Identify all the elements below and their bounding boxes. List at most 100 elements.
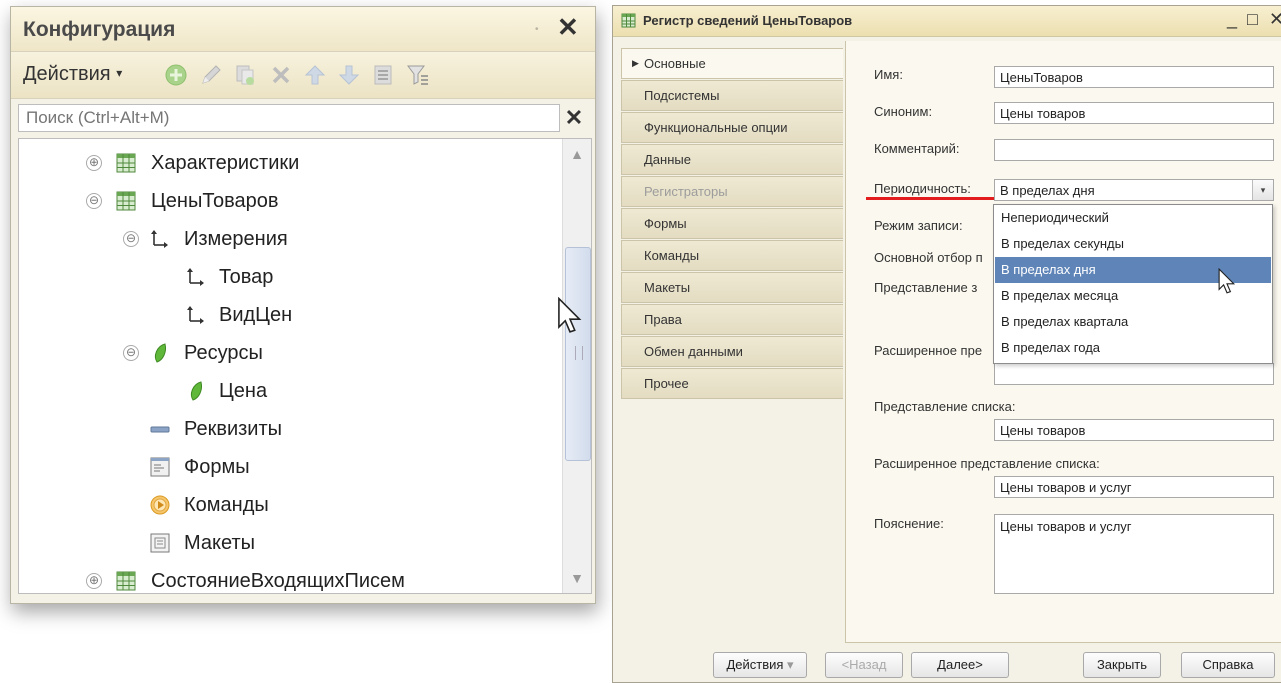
periodicity-option[interactable]: В пределах квартала: [995, 309, 1271, 335]
expand-toggle[interactable]: ⊕: [86, 155, 102, 171]
list-representation-field-box: [994, 419, 1274, 441]
tree-item-price[interactable]: Цена: [19, 373, 549, 409]
configuration-title: Конфигурация: [23, 18, 176, 41]
minimize-button[interactable]: _: [1227, 9, 1237, 30]
dimension-icon: [151, 230, 168, 248]
tab-subsystems[interactable]: Подсистемы: [621, 80, 843, 111]
extended-list-representation-field[interactable]: [1000, 477, 1273, 497]
collapse-toggle[interactable]: ⊖: [123, 231, 139, 247]
collapse-toggle[interactable]: ⊖: [123, 345, 139, 361]
name-field[interactable]: [1000, 67, 1273, 87]
tab-forms[interactable]: Формы: [621, 208, 843, 239]
explanation-field[interactable]: Цены товаров и услуг: [994, 514, 1274, 594]
window-title: Регистр сведений ЦеныТоваров: [643, 13, 853, 28]
attribute-icon: [150, 426, 170, 433]
filter-icon[interactable]: [406, 63, 430, 87]
write-mode-label: Режим записи:: [874, 218, 963, 233]
tree-item-label: Команды: [184, 494, 269, 516]
search-input[interactable]: [24, 105, 548, 131]
tree-item-label: ВидЦен: [219, 304, 293, 326]
dimension-icon: [187, 268, 204, 286]
tree-item-label: Характеристики: [151, 152, 300, 174]
search-clear-button[interactable]: ✕: [560, 104, 588, 132]
scrollbar-thumb[interactable]: [565, 247, 591, 461]
tree-item-label: Формы: [184, 456, 250, 478]
help-button[interactable]: Справка: [1181, 652, 1275, 678]
move-up-icon[interactable]: [303, 63, 327, 87]
tree-item-incoming-letters-state[interactable]: ⊕ СостояниеВходящихПисем: [19, 563, 549, 599]
list-representation-label: Представление списка:: [874, 399, 1016, 414]
tab-data-exchange[interactable]: Обмен данными: [621, 336, 843, 367]
next-button[interactable]: Далее>: [911, 652, 1009, 678]
tab-main[interactable]: ▶ Основные: [621, 48, 843, 79]
move-down-icon[interactable]: [337, 63, 361, 87]
tree-item-commands[interactable]: Команды: [19, 487, 549, 523]
periodicity-option[interactable]: Непериодический: [995, 205, 1271, 231]
synonym-field-box: [994, 102, 1274, 124]
scroll-up-icon[interactable]: ▲: [563, 139, 591, 169]
tab-templates[interactable]: Макеты: [621, 272, 843, 303]
tree-item-forms[interactable]: Формы: [19, 449, 549, 485]
tree-item-price-type[interactable]: ВидЦен: [19, 297, 549, 333]
periodicity-highlight-underline: [866, 197, 994, 200]
tab-label: Формы: [644, 216, 687, 231]
delete-icon[interactable]: [269, 63, 293, 87]
tab-commands[interactable]: Команды: [621, 240, 843, 271]
synonym-field[interactable]: [1000, 103, 1273, 123]
tree-item-price-register[interactable]: ⊖ ЦеныТоваров: [19, 183, 549, 219]
actions-menu-label: Действия: [23, 63, 111, 85]
tab-recorders[interactable]: Регистраторы: [621, 176, 843, 207]
tab-other[interactable]: Прочее: [621, 368, 843, 399]
tree-scrollbar[interactable]: ▲ ▼: [562, 139, 591, 593]
pin-icon[interactable]: •: [535, 24, 539, 35]
tree-item-templates[interactable]: Макеты: [19, 525, 549, 561]
chevron-down-icon: ▾: [116, 66, 123, 80]
copy-icon[interactable]: [233, 63, 257, 87]
actions-menu-button[interactable]: Действия ▾: [23, 63, 122, 86]
back-button[interactable]: <Назад: [825, 652, 903, 678]
tree-item-label: Цена: [219, 380, 268, 402]
tree-item-label: Ресурсы: [184, 342, 263, 364]
tab-data[interactable]: Данные: [621, 144, 843, 175]
tab-functional-options[interactable]: Функциональные опции: [621, 112, 843, 143]
actions-button[interactable]: Действия ▾: [713, 652, 807, 678]
extended-object-representation-label: Расширенное пре: [874, 343, 983, 358]
tree-item-label: Товар: [219, 266, 274, 288]
tree-item-resources[interactable]: ⊖ Ресурсы: [19, 335, 549, 371]
tab-rights[interactable]: Права: [621, 304, 843, 335]
collapse-toggle[interactable]: ⊖: [86, 193, 102, 209]
periodicity-select[interactable]: В пределах дня ▾: [994, 179, 1274, 201]
comment-label: Комментарий:: [874, 141, 960, 156]
tab-label: Макеты: [644, 280, 691, 295]
periodicity-option[interactable]: В пределах года: [995, 335, 1271, 361]
list-representation-field[interactable]: [1000, 420, 1273, 440]
expand-toggle[interactable]: ⊕: [86, 573, 102, 589]
tree-item-attributes[interactable]: Реквизиты: [19, 411, 549, 447]
edit-icon[interactable]: [199, 63, 223, 87]
maximize-button[interactable]: □: [1247, 9, 1258, 30]
name-label: Имя:: [874, 67, 903, 82]
list-icon[interactable]: [371, 63, 395, 87]
close-window-button[interactable]: ✕: [1269, 9, 1281, 30]
chevron-down-icon[interactable]: ▾: [1252, 180, 1273, 200]
synonym-label: Синоним:: [874, 104, 933, 119]
command-icon: [150, 495, 170, 515]
tree-item-product[interactable]: Товар: [19, 259, 549, 295]
comment-field[interactable]: [1000, 140, 1273, 160]
tree-item-label: Макеты: [184, 532, 255, 554]
tree-item-characteristics[interactable]: ⊕ Характеристики: [19, 145, 549, 181]
grip-icon: [575, 346, 583, 360]
resource-leaf-icon: [154, 343, 166, 363]
extended-object-representation-field[interactable]: [994, 363, 1274, 385]
add-icon[interactable]: [164, 63, 188, 87]
tree-item-dimensions[interactable]: ⊖ Измерения: [19, 221, 549, 257]
periodicity-option[interactable]: В пределах секунды: [995, 231, 1271, 257]
tree-item-label: Измерения: [184, 228, 288, 250]
close-panel-button[interactable]: ✕: [557, 13, 579, 41]
scroll-down-icon[interactable]: ▼: [563, 563, 591, 593]
close-button[interactable]: Закрыть: [1083, 652, 1161, 678]
configuration-header: Конфигурация • ✕: [11, 7, 595, 52]
table-icon: [116, 153, 136, 173]
tab-label: Прочее: [644, 376, 689, 391]
tab-label: Регистраторы: [644, 184, 728, 199]
